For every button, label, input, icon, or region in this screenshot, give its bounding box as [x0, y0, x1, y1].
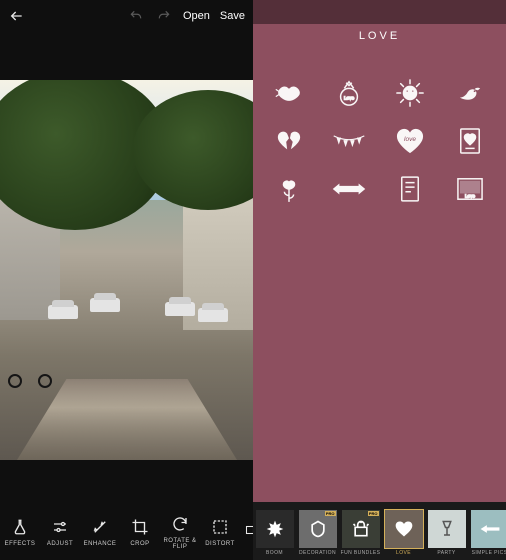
editor-toolbar: EFFECTS ADJUST ENHANCE CROP ROTATE & FLI…: [0, 504, 253, 560]
category-thumb: [256, 510, 294, 548]
tool-more[interactable]: [240, 520, 253, 544]
category-thumb: PRO: [299, 510, 337, 548]
distort-icon: [210, 517, 230, 537]
sticker-broken-heart[interactable]: [272, 126, 306, 156]
category-strip: BOOM PRO DECORATION PRO FUN BUNDLES LOVE PARTY…: [253, 502, 506, 560]
tool-effects[interactable]: EFFECTS: [0, 517, 40, 547]
category-decoration[interactable]: PRO DECORATION: [296, 506, 339, 556]
category-fun-bundles[interactable]: PRO FUN BUNDLES: [339, 506, 382, 556]
crop-icon: [130, 517, 150, 537]
category-simple[interactable]: SIMPLE PICS: [468, 506, 506, 556]
sticker-ribbon[interactable]: [332, 174, 366, 204]
category-party[interactable]: PARTY: [425, 506, 468, 556]
sticker-grid: Love love Love: [253, 68, 506, 214]
undo-icon[interactable]: [127, 7, 145, 25]
sticker-ring[interactable]: Love: [332, 78, 366, 108]
sticker-polaroid[interactable]: Love: [453, 174, 487, 204]
sticker-kiss[interactable]: [272, 78, 306, 108]
sticker-pane: LOVE Love love Love BOOMPRODECORATIONPRO…: [253, 0, 506, 560]
sticker-flower[interactable]: [272, 174, 306, 204]
tool-enhance[interactable]: ENHANCE: [80, 517, 120, 547]
tool-label: ENHANCE: [84, 541, 117, 547]
status-bar: [253, 0, 506, 24]
tool-label: ADJUST: [47, 541, 73, 547]
sticker-sun-icon[interactable]: [393, 78, 427, 108]
tool-label: EFFECTS: [5, 541, 36, 547]
sliders-icon: [50, 517, 70, 537]
tool-label: DISTORT: [205, 541, 235, 547]
svg-text:love: love: [404, 136, 416, 143]
category-thumb: PRO: [342, 510, 380, 548]
sticker-card[interactable]: [453, 126, 487, 156]
category-label: FUN BUNDLES: [341, 550, 381, 556]
sticker-note[interactable]: [393, 174, 427, 204]
category-label: LOVE: [396, 550, 411, 556]
sticker-category-title: LOVE: [253, 30, 506, 42]
tool-distort[interactable]: DISTORT: [200, 517, 240, 547]
category-label: SIMPLE PICS: [472, 550, 506, 556]
editor-pane: Open Save EFFECTS ADJUST ENHANCE CROP: [0, 0, 253, 560]
category-thumb: [471, 510, 506, 548]
tool-crop[interactable]: CROP: [120, 517, 160, 547]
tool-rotate[interactable]: ROTATE & FLIP: [160, 514, 200, 550]
redo-icon[interactable]: [155, 7, 173, 25]
editor-topbar: Open Save: [0, 0, 253, 32]
tool-label: CROP: [130, 541, 149, 547]
wand-icon: [90, 517, 110, 537]
category-label: PARTY: [437, 550, 455, 556]
category-thumb: [428, 510, 466, 548]
category-thumb: [385, 510, 423, 548]
sticker-heart-love[interactable]: love: [393, 126, 427, 156]
category-love[interactable]: LOVE: [382, 506, 425, 556]
category-label: DECORATION: [299, 550, 336, 556]
more-icon: [240, 520, 253, 540]
sticker-bunting[interactable]: [332, 126, 366, 156]
open-button[interactable]: Open: [183, 10, 210, 22]
tool-label: ROTATE & FLIP: [160, 538, 200, 550]
save-button[interactable]: Save: [220, 10, 245, 22]
back-icon[interactable]: [8, 7, 26, 25]
sticker-bird[interactable]: [453, 78, 487, 108]
rotate-icon: [170, 514, 190, 534]
flask-icon: [10, 517, 30, 537]
category-label: BOOM: [266, 550, 283, 556]
svg-text:Love: Love: [344, 96, 355, 101]
category-boom[interactable]: BOOM: [253, 506, 296, 556]
tool-adjust[interactable]: ADJUST: [40, 517, 80, 547]
svg-text:Love: Love: [465, 193, 475, 198]
photo-canvas[interactable]: [0, 80, 253, 460]
